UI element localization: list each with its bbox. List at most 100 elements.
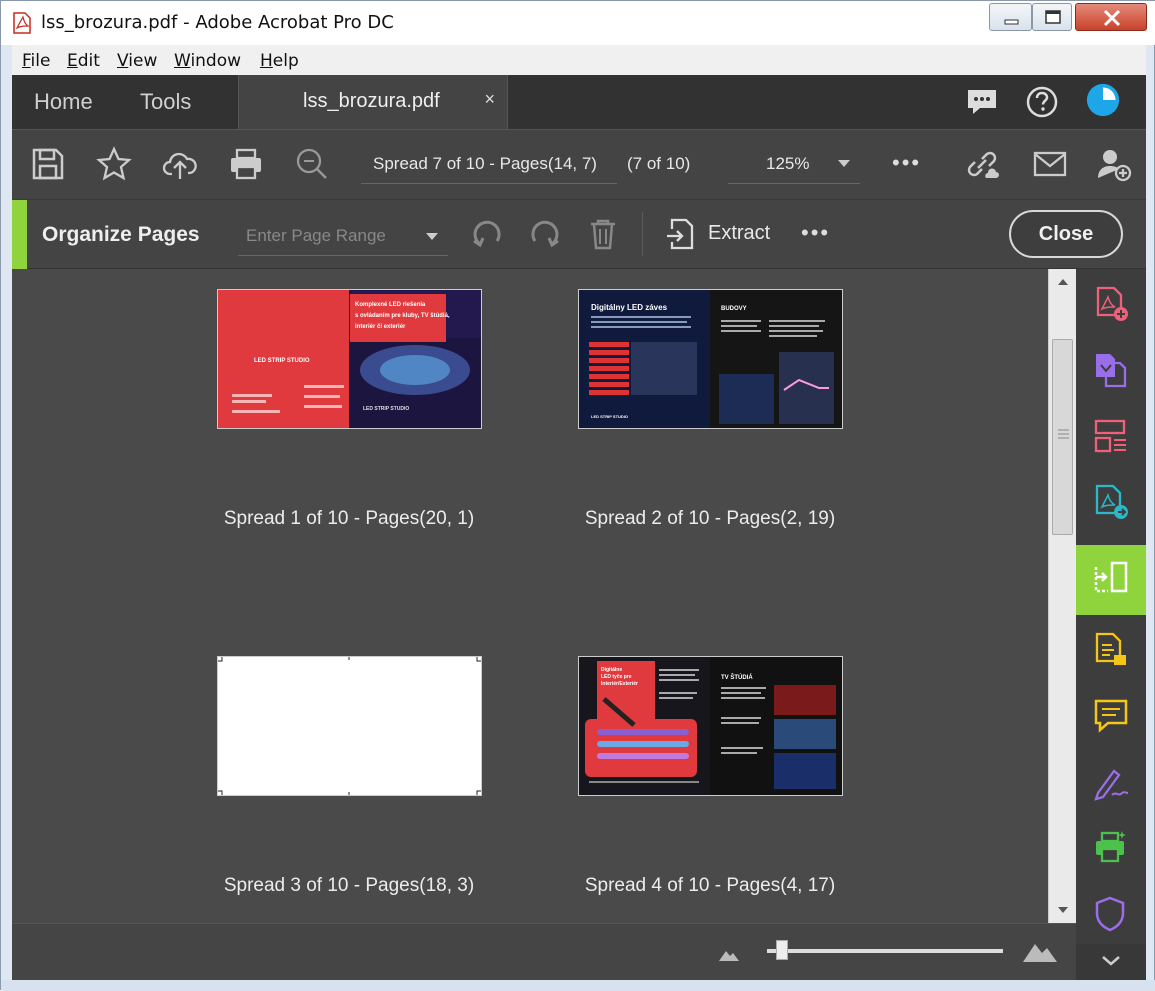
rotate-right-icon[interactable] (528, 217, 562, 251)
page-navigation-field[interactable]: Spread 7 of 10 - Pages(14, 7) (361, 148, 617, 184)
extract-pages-icon[interactable] (664, 217, 698, 251)
print-production-tool[interactable] (1076, 817, 1146, 881)
combine-files-tool[interactable] (1076, 339, 1146, 403)
menu-bar: File Edit View Window Help (12, 45, 1146, 75)
svg-text:interiér či exteriér: interiér či exteriér (355, 324, 406, 330)
toolbar-divider (642, 212, 643, 256)
chevron-down-icon (1102, 956, 1120, 966)
edit-pdf-tool[interactable] (1076, 619, 1146, 683)
spread-1-logo: LED STRIP STUDIO (254, 358, 310, 364)
upload-cloud-icon[interactable] (162, 146, 198, 182)
tab-bar: Home Tools lss_brozura.pdf × (12, 75, 1146, 129)
add-user-icon[interactable] (1096, 146, 1132, 182)
organize-pages-active-icon (1094, 561, 1128, 593)
svg-text:LED tyče pre: LED tyče pre (601, 674, 632, 680)
spread-4-left-title: Digitálne (601, 667, 622, 673)
page-range-dropdown[interactable] (238, 218, 448, 256)
spread-thumbnail[interactable]: Komplexné LED riešenia s ovládaním pre k… (217, 289, 482, 429)
page-display-text: Spread 7 of 10 - Pages(14, 7) (373, 154, 597, 173)
print-icon[interactable] (228, 146, 264, 182)
rotate-left-icon[interactable] (470, 217, 504, 251)
organize-tool[interactable] (1076, 405, 1146, 469)
menu-window[interactable]: Window (174, 51, 241, 71)
title-bar: lss_brozura.pdf - Adobe Acrobat Pro DC (1, 1, 1155, 45)
chevron-down-icon (838, 160, 850, 167)
maximize-button[interactable] (1032, 3, 1072, 31)
spread-thumbnail[interactable]: Digitálny LED záves LED STRIP STUDIO BUD… (578, 289, 843, 429)
extract-button[interactable]: Extract (708, 222, 770, 245)
tab-home[interactable]: Home (34, 89, 93, 115)
fill-sign-icon (1094, 769, 1129, 801)
vertical-scrollbar[interactable] (1048, 269, 1076, 923)
spread-4-right-title: TV ŠTÚDIÁ (721, 673, 753, 681)
create-pdf-tool[interactable] (1076, 273, 1146, 337)
thumbnail-zoom-bar (12, 923, 1076, 980)
minimize-button[interactable] (989, 3, 1032, 31)
pdf-file-icon (13, 12, 31, 34)
main-toolbar: Spread 7 of 10 - Pages(14, 7) (7 of 10) … (12, 129, 1146, 199)
page-count: (7 of 10) (627, 154, 691, 173)
protect-icon (1095, 896, 1125, 932)
spread-thumbnail[interactable]: Digitálne LED tyče pre Interiér/Exteriér… (578, 656, 843, 796)
combine-files-icon (1096, 354, 1127, 388)
scrollbar-thumb[interactable] (1052, 339, 1073, 535)
menu-view[interactable]: View (117, 51, 157, 71)
bookmark-star-icon[interactable] (96, 146, 132, 182)
save-icon[interactable] (30, 146, 66, 182)
menu-help[interactable]: Help (260, 51, 299, 71)
spread-2-preview: Digitálny LED záves LED STRIP STUDIO BUD… (579, 290, 842, 428)
more-tools-button[interactable]: ••• (892, 150, 921, 176)
maximize-icon (1045, 10, 1061, 24)
close-tab-icon[interactable]: × (484, 89, 495, 110)
acrobat-window: lss_brozura.pdf - Adobe Acrobat Pro DC F… (0, 0, 1155, 991)
edit-pdf-icon (1095, 632, 1126, 665)
tab-tools[interactable]: Tools (140, 89, 191, 115)
comment-tool[interactable] (1076, 685, 1146, 749)
window-close-button[interactable] (1075, 3, 1147, 31)
print-production-icon (1096, 831, 1126, 863)
share-link-icon[interactable] (964, 146, 1000, 182)
comment-icon (1094, 699, 1128, 733)
comment-bubble-icon[interactable] (965, 85, 999, 119)
minimize-icon (1004, 19, 1019, 25)
spread-2-right-title: BUDOVY (721, 306, 747, 312)
scroll-up-arrow-icon[interactable] (1058, 279, 1068, 285)
more-options-button[interactable]: ••• (801, 220, 830, 246)
window-title: lss_brozura.pdf - Adobe Acrobat Pro DC (41, 12, 394, 33)
help-icon[interactable] (1025, 85, 1059, 119)
fill-sign-tool[interactable] (1076, 751, 1146, 815)
delete-trash-icon[interactable] (586, 217, 620, 251)
svg-text:LED STRIP STUDIO: LED STRIP STUDIO (363, 406, 409, 412)
spread-3-preview (218, 657, 481, 795)
organize-pages-icon (1094, 419, 1126, 453)
account-avatar-icon[interactable] (1086, 83, 1120, 117)
scroll-down-arrow-icon[interactable] (1058, 907, 1068, 913)
rail-expand-button[interactable] (1076, 944, 1146, 980)
spread-thumbnail[interactable] (217, 656, 482, 796)
page-range-input[interactable] (246, 224, 416, 248)
zoom-in-mountain-icon[interactable] (1022, 939, 1058, 963)
spread-caption: Spread 4 of 10 - Pages(4, 17) (584, 875, 836, 896)
email-envelope-icon[interactable] (1032, 146, 1068, 182)
zoom-value: 125% (766, 154, 810, 173)
tab-document[interactable]: lss_brozura.pdf × (238, 75, 508, 129)
svg-text:LED STRIP STUDIO: LED STRIP STUDIO (591, 414, 628, 419)
export-pdf-tool[interactable] (1076, 471, 1146, 535)
tools-rail (1076, 269, 1146, 980)
organize-pages-title: Organize Pages (42, 223, 200, 246)
organize-pages-active-tool[interactable] (1076, 545, 1146, 615)
zoom-out-mountain-icon[interactable] (718, 946, 740, 962)
spread-4-preview: Digitálne LED tyče pre Interiér/Exteriér… (579, 657, 842, 795)
chevron-down-icon[interactable] (426, 233, 438, 240)
zoom-dropdown[interactable]: 125% (728, 148, 860, 184)
svg-text:Interiér/Exteriér: Interiér/Exteriér (601, 681, 638, 687)
zoom-slider-handle[interactable] (776, 940, 788, 960)
zoom-search-icon[interactable] (294, 146, 330, 182)
menu-file[interactable]: File (22, 51, 50, 71)
spread-2-left-title: Digitálny LED záves (591, 303, 668, 312)
protect-tool[interactable] (1076, 883, 1146, 947)
menu-edit[interactable]: Edit (67, 51, 100, 71)
zoom-slider-track[interactable] (767, 949, 1003, 953)
close-organize-button[interactable]: Close (1009, 210, 1123, 258)
spread-caption: Spread 2 of 10 - Pages(2, 19) (584, 508, 836, 529)
